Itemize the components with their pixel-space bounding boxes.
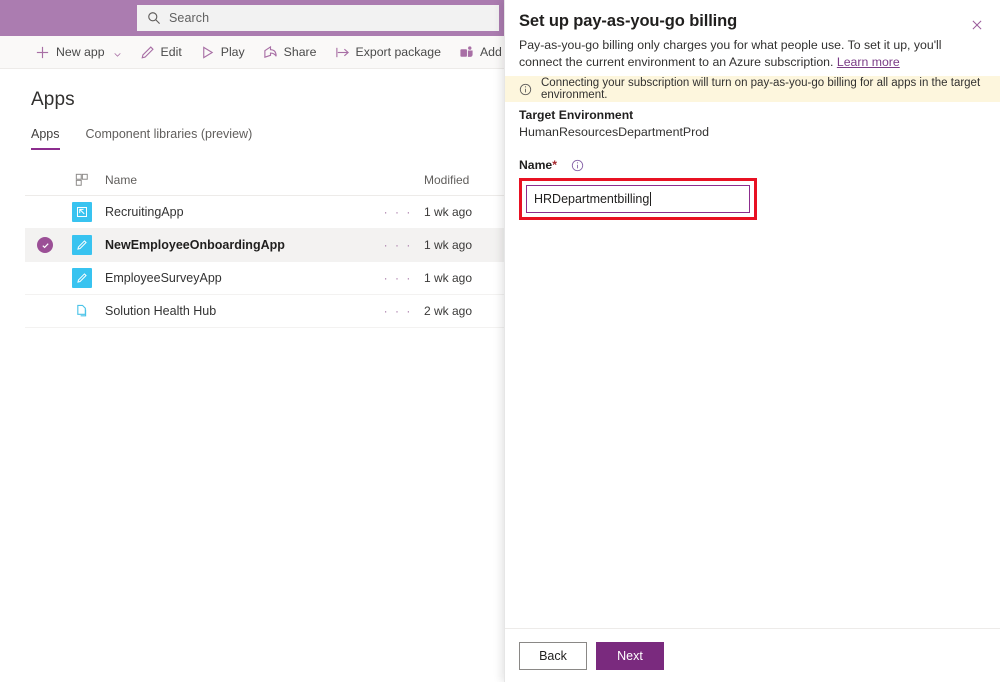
export-package-button[interactable]: Export package bbox=[326, 37, 450, 67]
row-more-actions[interactable]: · · · bbox=[372, 304, 424, 318]
table-row[interactable]: RecruitingApp · · · 1 wk ago bbox=[25, 196, 510, 229]
tab-apps[interactable]: Apps bbox=[31, 127, 60, 150]
canvas-app-icon bbox=[72, 268, 92, 288]
export-package-label: Export package bbox=[356, 45, 441, 59]
share-icon bbox=[263, 45, 278, 60]
search-placeholder: Search bbox=[169, 11, 209, 25]
close-icon bbox=[971, 19, 983, 31]
row-name[interactable]: Solution Health Hub bbox=[101, 304, 372, 318]
header-name-column[interactable]: Name bbox=[101, 173, 372, 187]
search-input[interactable]: Search bbox=[137, 5, 499, 31]
tab-component-libraries[interactable]: Component libraries (preview) bbox=[86, 127, 253, 150]
row-name[interactable]: EmployeeSurveyApp bbox=[101, 271, 372, 285]
name-label: Name* bbox=[519, 158, 557, 172]
chevron-down-icon bbox=[113, 48, 122, 57]
row-icon bbox=[63, 301, 101, 321]
apps-table: Name Modified RecruitingApp · · · 1 wk a… bbox=[25, 164, 510, 328]
header-modified-column[interactable]: Modified bbox=[424, 173, 510, 187]
row-icon bbox=[63, 202, 101, 222]
new-app-label: New app bbox=[56, 45, 105, 59]
table-row[interactable]: Solution Health Hub · · · 2 wk ago bbox=[25, 295, 510, 328]
name-label-text: Name bbox=[519, 158, 552, 172]
learn-more-link[interactable]: Learn more bbox=[837, 55, 900, 69]
screen-root: Search New app Edit bbox=[0, 0, 1000, 682]
name-input-value: HRDepartmentbilling bbox=[534, 192, 649, 206]
row-icon bbox=[63, 268, 101, 288]
name-label-row: Name* bbox=[519, 158, 979, 172]
solution-icon bbox=[72, 301, 92, 321]
play-label: Play bbox=[221, 45, 245, 59]
header-icon-column bbox=[63, 173, 101, 187]
info-icon bbox=[519, 83, 532, 96]
close-panel-button[interactable] bbox=[964, 12, 990, 38]
plus-icon bbox=[35, 45, 50, 60]
pencil-icon bbox=[140, 45, 155, 60]
row-select[interactable] bbox=[25, 237, 63, 253]
search-icon bbox=[147, 11, 161, 25]
table-header-row: Name Modified bbox=[25, 164, 510, 196]
table-row[interactable]: EmployeeSurveyApp · · · 1 wk ago bbox=[25, 262, 510, 295]
highlight-annotation: HRDepartmentbilling bbox=[519, 178, 757, 220]
info-message-text: Connecting your subscription will turn o… bbox=[541, 77, 1000, 101]
canvas-app-icon bbox=[72, 235, 92, 255]
info-circle-icon[interactable] bbox=[571, 159, 584, 172]
row-more-actions[interactable]: · · · bbox=[372, 205, 424, 219]
next-button[interactable]: Next bbox=[596, 642, 664, 670]
play-button[interactable]: Play bbox=[191, 37, 254, 67]
row-modified: 1 wk ago bbox=[424, 205, 510, 219]
teams-icon bbox=[459, 45, 474, 60]
tab-component-libraries-label: Component libraries (preview) bbox=[86, 127, 253, 141]
name-input[interactable]: HRDepartmentbilling bbox=[526, 185, 750, 213]
table-row[interactable]: NewEmployeeOnboardingApp · · · 1 wk ago bbox=[25, 229, 510, 262]
edit-button[interactable]: Edit bbox=[131, 37, 191, 67]
page-title: Apps bbox=[31, 89, 75, 111]
edit-label: Edit bbox=[161, 45, 182, 59]
panel-footer: Back Next bbox=[505, 628, 1000, 682]
canvas-app-icon bbox=[72, 202, 92, 222]
check-circle-icon bbox=[37, 237, 53, 253]
new-app-button[interactable]: New app bbox=[26, 37, 131, 67]
tab-apps-label: Apps bbox=[31, 127, 60, 141]
target-environment-label: Target Environment bbox=[519, 108, 979, 122]
panel-description: Pay-as-you-go billing only charges you f… bbox=[519, 37, 971, 71]
row-name[interactable]: NewEmployeeOnboardingApp bbox=[101, 238, 372, 252]
panel-title: Set up pay-as-you-go billing bbox=[519, 12, 978, 31]
target-environment-value: HumanResourcesDepartmentProd bbox=[519, 125, 979, 139]
info-message-bar: Connecting your subscription will turn o… bbox=[505, 76, 1000, 102]
row-icon bbox=[63, 235, 101, 255]
share-label: Share bbox=[284, 45, 317, 59]
row-modified: 1 wk ago bbox=[424, 238, 510, 252]
export-icon bbox=[335, 45, 350, 60]
row-modified: 2 wk ago bbox=[424, 304, 510, 318]
required-asterisk: * bbox=[552, 158, 557, 172]
panel-header: Set up pay-as-you-go billing Pay-as-you-… bbox=[505, 0, 1000, 81]
row-more-actions[interactable]: · · · bbox=[372, 271, 424, 285]
share-button[interactable]: Share bbox=[254, 37, 326, 67]
row-name[interactable]: RecruitingApp bbox=[101, 205, 372, 219]
row-modified: 1 wk ago bbox=[424, 271, 510, 285]
row-more-actions[interactable]: · · · bbox=[372, 238, 424, 252]
billing-setup-form: Target Environment HumanResourcesDepartm… bbox=[519, 108, 979, 220]
page-tabs: Apps Component libraries (preview) bbox=[31, 127, 252, 150]
back-button[interactable]: Back bbox=[519, 642, 587, 670]
text-caret bbox=[650, 192, 651, 206]
grid-icon bbox=[75, 173, 89, 187]
pay-as-you-go-panel: Set up pay-as-you-go billing Pay-as-you-… bbox=[504, 0, 1000, 682]
play-icon bbox=[200, 45, 215, 60]
